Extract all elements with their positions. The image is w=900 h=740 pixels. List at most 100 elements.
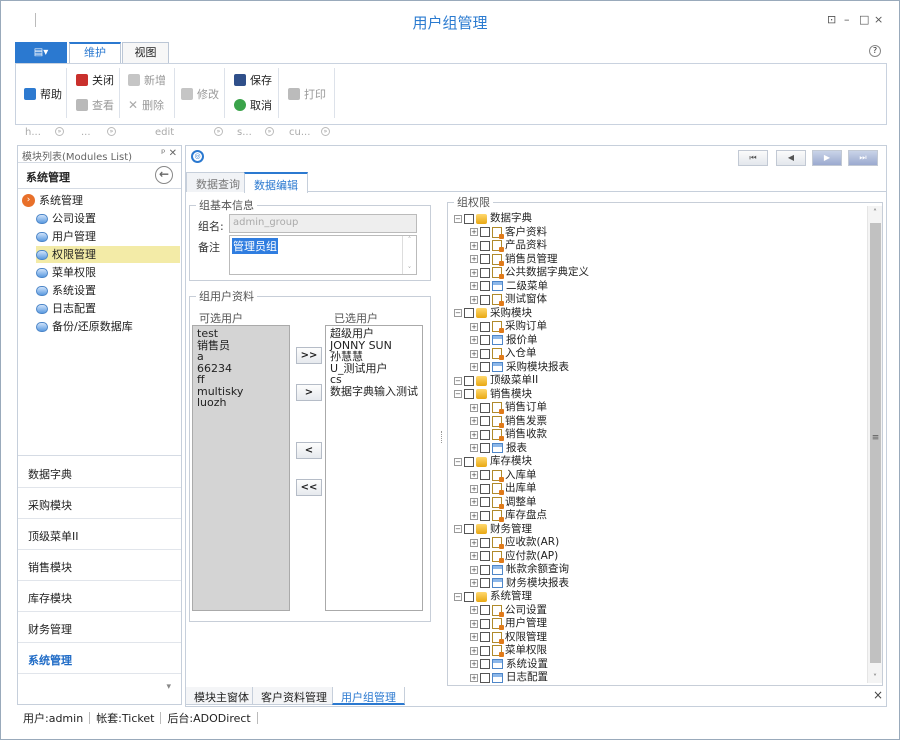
- expand-toggle-icon[interactable]: +: [470, 471, 478, 480]
- first-record-button[interactable]: ⏮: [738, 150, 768, 166]
- permission-node[interactable]: − 销售模块: [454, 388, 532, 402]
- nav-overflow-icon[interactable]: ▾: [166, 682, 171, 692]
- expand-toggle-icon[interactable]: +: [470, 552, 478, 561]
- permission-checkbox[interactable]: [480, 348, 490, 359]
- doc-tab-customers[interactable]: 客户资料管理: [252, 687, 336, 705]
- print-button[interactable]: 打印: [288, 86, 326, 102]
- expand-toggle-icon[interactable]: +: [470, 511, 478, 520]
- permissions-tree[interactable]: − 数据字典 + 客户资料 + 产品资料 + 销售员管理 + 公共数据字典定义 + 二级菜单 + 测试窗体…: [448, 206, 880, 683]
- nav-inventory[interactable]: 库存模块: [18, 581, 181, 612]
- tree-item-company[interactable]: 公司设置: [36, 210, 96, 227]
- prev-record-button[interactable]: ◀: [776, 150, 806, 166]
- close-window-icon[interactable]: ×: [874, 13, 883, 26]
- expand-toggle-icon[interactable]: +: [470, 565, 478, 574]
- permission-checkbox[interactable]: [464, 213, 474, 224]
- permission-checkbox[interactable]: [480, 227, 490, 238]
- permission-checkbox[interactable]: [480, 402, 490, 413]
- minimize-icon[interactable]: –: [844, 13, 850, 26]
- permission-checkbox[interactable]: [480, 564, 490, 575]
- new-button[interactable]: 新增: [128, 72, 166, 88]
- permission-node[interactable]: + 产品资料: [470, 239, 547, 253]
- expand-toggle-icon[interactable]: +: [470, 322, 478, 331]
- expand-toggle-icon[interactable]: −: [454, 457, 462, 466]
- permission-checkbox[interactable]: [464, 389, 474, 400]
- pin-icon[interactable]: ᵖ: [161, 148, 165, 159]
- help-circle-icon[interactable]: ?: [869, 45, 881, 57]
- expand-toggle-icon[interactable]: +: [470, 282, 478, 291]
- scroll-up-icon[interactable]: ˄: [868, 208, 882, 217]
- memo-scrollbar[interactable]: ˄ ˅: [402, 236, 416, 274]
- permission-checkbox[interactable]: [464, 375, 474, 386]
- list-item[interactable]: test: [197, 328, 285, 340]
- permission-node[interactable]: + 销售员管理: [470, 253, 558, 267]
- permission-checkbox[interactable]: [480, 497, 490, 508]
- permission-node[interactable]: − 库存模块: [454, 455, 532, 469]
- permission-checkbox[interactable]: [480, 362, 490, 373]
- permission-node[interactable]: + 采购模块报表: [470, 361, 569, 375]
- scroll-down-icon[interactable]: ˅: [868, 673, 882, 682]
- permission-checkbox[interactable]: [480, 578, 490, 589]
- permission-node[interactable]: + 客户资料: [470, 226, 547, 240]
- permission-checkbox[interactable]: [464, 456, 474, 467]
- permission-node[interactable]: − 数据字典: [454, 212, 532, 226]
- save-button[interactable]: 保存: [234, 72, 272, 88]
- expand-toggle-icon[interactable]: +: [470, 349, 478, 358]
- permission-node[interactable]: + 入库单: [470, 469, 537, 483]
- permission-node[interactable]: + 库存盘点: [470, 509, 547, 523]
- permission-checkbox[interactable]: [480, 618, 490, 629]
- list-item[interactable]: ff: [197, 374, 285, 386]
- view-button[interactable]: 查看: [76, 97, 114, 113]
- permission-node[interactable]: + 财务模块报表: [470, 577, 569, 591]
- expand-toggle-icon[interactable]: +: [470, 403, 478, 412]
- expand-toggle-icon[interactable]: +: [470, 660, 478, 669]
- permission-node[interactable]: − 顶级菜单II: [454, 374, 538, 388]
- permission-node[interactable]: + 公共数据字典定义: [470, 266, 589, 280]
- delete-button[interactable]: ✕ 删除: [128, 97, 164, 113]
- permission-node[interactable]: + 调整单: [470, 496, 537, 510]
- expand-toggle-icon[interactable]: +: [470, 606, 478, 615]
- close-doc-icon[interactable]: ×: [873, 688, 883, 702]
- list-item[interactable]: cs: [330, 374, 418, 386]
- permission-checkbox[interactable]: [480, 281, 490, 292]
- permission-checkbox[interactable]: [480, 416, 490, 427]
- tab-data-edit[interactable]: 数据编辑: [244, 172, 308, 193]
- group-name-field[interactable]: admin_group: [229, 214, 417, 233]
- permission-checkbox[interactable]: [480, 551, 490, 562]
- permission-node[interactable]: − 系统管理: [454, 590, 532, 604]
- permission-node[interactable]: + 出库单: [470, 482, 537, 496]
- permission-node[interactable]: + 报价单: [470, 334, 538, 348]
- expand-toggle-icon[interactable]: +: [470, 336, 478, 345]
- expand-icon[interactable]: »: [214, 127, 223, 136]
- list-item[interactable]: 孙慧慧: [330, 351, 418, 363]
- tree-item-users[interactable]: 用户管理: [36, 228, 96, 245]
- list-item[interactable]: a: [197, 351, 285, 363]
- scroll-thumb[interactable]: ≡: [870, 223, 881, 663]
- tree-item-log-config[interactable]: 日志配置: [36, 300, 96, 317]
- permission-checkbox[interactable]: [480, 294, 490, 305]
- add-one-button[interactable]: >: [296, 384, 322, 401]
- permission-node[interactable]: + 入仓单: [470, 347, 537, 361]
- expand-toggle-icon[interactable]: −: [454, 214, 462, 223]
- expand-toggle-icon[interactable]: −: [454, 390, 462, 399]
- permission-checkbox[interactable]: [480, 240, 490, 251]
- expand-toggle-icon[interactable]: +: [470, 579, 478, 588]
- add-all-button[interactable]: >>: [296, 347, 322, 364]
- expand-toggle-icon[interactable]: +: [470, 619, 478, 628]
- nav-sales[interactable]: 销售模块: [18, 550, 181, 581]
- permission-node[interactable]: + 菜单权限: [470, 644, 547, 658]
- file-menu-button[interactable]: ▤▾: [15, 42, 67, 63]
- scroll-up-icon[interactable]: ˄: [403, 236, 416, 244]
- tree-item-menu-rights[interactable]: 菜单权限: [36, 264, 96, 281]
- expand-toggle-icon[interactable]: +: [470, 484, 478, 493]
- doc-tab-main[interactable]: 模块主窗体: [185, 687, 258, 705]
- permission-node[interactable]: + 帐款余额查询: [470, 563, 569, 577]
- expand-toggle-icon[interactable]: +: [470, 228, 478, 237]
- expand-toggle-icon[interactable]: +: [470, 430, 478, 439]
- nav-data-dictionary[interactable]: 数据字典: [18, 457, 181, 488]
- permission-node[interactable]: + 系统设置: [470, 658, 548, 672]
- tab-data-query[interactable]: 数据查询: [186, 172, 250, 192]
- doc-tab-user-groups[interactable]: 用户组管理: [332, 687, 405, 705]
- nav-top-menu-2[interactable]: 顶级菜单II: [18, 519, 181, 550]
- permission-checkbox[interactable]: [480, 470, 490, 481]
- permission-node[interactable]: + 公司设置: [470, 604, 547, 618]
